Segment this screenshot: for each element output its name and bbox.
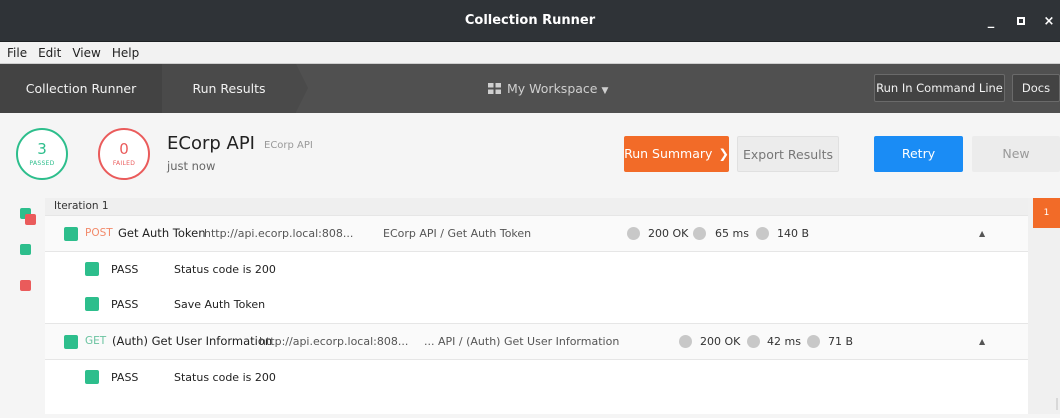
tab-run-results[interactable]: Run Results xyxy=(162,64,296,113)
request-name: Get Auth Token xyxy=(118,226,206,240)
request-row[interactable]: GET (Auth) Get User Information http://a… xyxy=(45,323,1028,360)
window-title: Collection Runner xyxy=(464,13,596,28)
chevron-right-icon: ❯ xyxy=(718,146,729,161)
breadcrumb-chevron xyxy=(296,64,308,112)
size-dot xyxy=(807,335,820,348)
passed-label: PASSED xyxy=(29,160,55,167)
response-status: 200 OK xyxy=(648,227,689,240)
grid-icon xyxy=(488,83,501,94)
failed-counter: 0 FAILED xyxy=(98,128,150,180)
response-time: 65 ms xyxy=(715,227,749,240)
iteration-rail xyxy=(0,198,45,418)
test-name: Status code is 200 xyxy=(174,371,276,384)
close-button[interactable]: × xyxy=(1036,0,1060,42)
response-time: 42 ms xyxy=(767,335,801,348)
request-method: POST xyxy=(85,227,113,239)
workspace-label: My Workspace xyxy=(507,81,598,96)
test-name: Status code is 200 xyxy=(174,263,276,276)
run-summary-button[interactable]: Run Summary ❯ xyxy=(624,136,729,172)
scrollbar-handle[interactable] xyxy=(1056,398,1058,410)
new-button[interactable]: New xyxy=(972,136,1060,172)
title-bar: Collection Runner _ × xyxy=(0,0,1060,42)
status-pass-indicator xyxy=(64,335,78,349)
collapse-icon[interactable]: ▲ xyxy=(979,216,985,251)
export-results-button[interactable]: Export Results xyxy=(737,136,839,172)
run-in-command-line-button[interactable]: Run In Command Line xyxy=(874,74,1005,102)
menu-help[interactable]: Help xyxy=(105,42,143,64)
request-row[interactable]: POST Get Auth Token http://api.ecorp.loc… xyxy=(45,215,1028,252)
request-method: GET xyxy=(85,335,107,347)
maximize-icon xyxy=(1017,17,1025,25)
collection-subtitle: ECorp API xyxy=(264,140,313,151)
time-dot xyxy=(747,335,760,348)
test-status: PASS xyxy=(111,263,139,276)
request-path: ECorp API / Get Auth Token xyxy=(383,227,532,240)
test-pass-indicator xyxy=(85,297,99,311)
collection-name: ECorp API xyxy=(167,133,255,154)
menu-view[interactable]: View xyxy=(65,42,104,64)
request-name: (Auth) Get User Information xyxy=(112,334,273,348)
request-path: ... API / (Auth) Get User Information xyxy=(424,335,620,348)
results-list: Iteration 1 POST Get Auth Token http://a… xyxy=(45,198,1028,418)
failed-count: 0 xyxy=(119,140,129,158)
bottom-edge xyxy=(0,414,1060,418)
iteration-fail-marker[interactable] xyxy=(25,214,36,225)
run-timestamp: just now xyxy=(167,159,216,173)
test-status: PASS xyxy=(111,371,139,384)
test-name: Save Auth Token xyxy=(174,298,266,311)
status-dot xyxy=(627,227,640,240)
menu-edit[interactable]: Edit xyxy=(31,42,65,64)
status-dot xyxy=(679,335,692,348)
nav-bar: Collection Runner Run Results My Workspa… xyxy=(0,64,1060,113)
size-dot xyxy=(756,227,769,240)
retry-button[interactable]: Retry xyxy=(874,136,963,172)
response-size: 140 B xyxy=(777,227,810,240)
docs-button[interactable]: Docs xyxy=(1012,74,1060,102)
test-row: PASS Save Auth Token xyxy=(45,287,1028,322)
failed-label: FAILED xyxy=(112,160,136,167)
iteration-flag[interactable]: 1 xyxy=(1033,198,1060,228)
caret-down-icon: ▼ xyxy=(601,86,609,96)
passed-count: 3 xyxy=(37,140,47,158)
status-pass-indicator xyxy=(64,227,78,241)
passed-counter: 3 PASSED xyxy=(16,128,68,180)
test-row: PASS Status code is 200 xyxy=(45,252,1028,287)
test-status: PASS xyxy=(111,298,139,311)
response-size: 71 B xyxy=(828,335,854,348)
test-pass-indicator xyxy=(85,370,99,384)
menu-bar: File Edit View Help xyxy=(0,42,1060,64)
minimize-button[interactable]: _ xyxy=(978,0,1004,42)
request-url: http://api.ecorp.local:808... xyxy=(204,227,354,240)
response-status: 200 OK xyxy=(700,335,741,348)
request-url: http://api.ecorp.local:808... xyxy=(259,335,409,348)
collapse-icon[interactable]: ▲ xyxy=(979,324,985,359)
test-row: PASS Status code is 200 xyxy=(45,360,1028,395)
run-summary-label: Run Summary xyxy=(624,146,713,161)
iteration-timeline: 1 xyxy=(1028,198,1060,418)
time-dot xyxy=(693,227,706,240)
maximize-button[interactable] xyxy=(1008,0,1034,42)
workspace-selector[interactable]: My Workspace ▼ xyxy=(488,64,608,116)
test-pass-indicator xyxy=(85,262,99,276)
iteration-header: Iteration 1 xyxy=(45,198,1028,215)
filter-failed-marker[interactable] xyxy=(20,280,31,291)
run-summary-header: 3 PASSED 0 FAILED ECorp API ECorp API ju… xyxy=(0,113,1060,198)
filter-passed-marker[interactable] xyxy=(20,244,31,255)
menu-file[interactable]: File xyxy=(0,42,31,64)
tab-collection-runner[interactable]: Collection Runner xyxy=(0,64,162,113)
